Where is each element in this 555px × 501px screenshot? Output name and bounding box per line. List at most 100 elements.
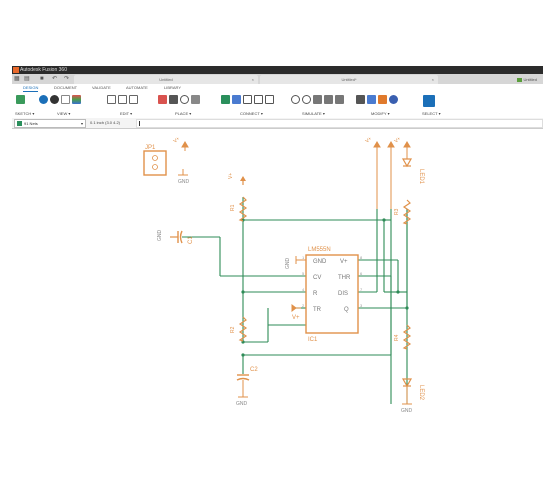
document-tab-bar: ▦ ▤ ■ ↶ ↷ Untitled × Untitled* ×	[12, 74, 543, 84]
r1-vplus-label: V+	[228, 173, 234, 179]
probe-icon[interactable]	[291, 95, 300, 104]
simulate-results-icon[interactable]	[324, 95, 333, 104]
tab-document[interactable]: DOCUMENT	[54, 85, 77, 91]
value-icon[interactable]	[367, 95, 376, 104]
zoom-icon[interactable]	[302, 95, 311, 104]
tab-automate[interactable]: AUTOMATE	[126, 85, 148, 91]
net-icon[interactable]	[221, 95, 230, 104]
workspace-label: Untitled	[523, 77, 537, 82]
workspace-indicator[interactable]: Untitled	[517, 77, 537, 83]
copy-icon[interactable]	[107, 95, 116, 104]
pin-r: R	[313, 291, 318, 297]
rotate-icon[interactable]	[180, 95, 189, 104]
pin-thr: THR	[338, 275, 351, 281]
jp1-label: JP1	[145, 145, 156, 151]
tab-validate[interactable]: VALIDATE	[92, 85, 111, 91]
tab-library[interactable]: LIBRARY	[164, 85, 181, 91]
edit-group: EDIT ▾	[106, 95, 139, 117]
delete-icon[interactable]	[129, 95, 138, 104]
c2-gnd-label: GND	[236, 401, 248, 407]
led1-label: LED1	[418, 169, 424, 185]
edit-group-label[interactable]: EDIT ▾	[120, 111, 132, 116]
capacitor-c2[interactable]: C2 GND	[236, 367, 258, 407]
document-tab-2[interactable]: Untitled* ×	[260, 75, 438, 84]
eye-icon[interactable]	[50, 95, 59, 104]
command-bar: 91 Nets ▾ 0.1 inch (3.0 4.2)	[12, 118, 543, 129]
label-icon[interactable]	[254, 95, 263, 104]
grid-menu-icon[interactable]: ▦	[14, 75, 20, 83]
ribbon-toolbar: SKETCH ▾ VIEW ▾ EDIT ▾ PLACE ▾ CONNECT ▾…	[12, 92, 543, 119]
capacitor-c1[interactable]: C1 GND	[157, 230, 194, 245]
simulate-run-icon[interactable]	[313, 95, 322, 104]
pin-tr: TR	[313, 307, 322, 313]
chevron-down-icon: ▾	[80, 121, 83, 126]
pin-number: 5	[302, 271, 305, 276]
resistor-r1[interactable]: R1	[230, 176, 247, 222]
file-menu-icon[interactable]: ▤	[24, 75, 30, 83]
document-tab-1[interactable]: Untitled ×	[74, 75, 258, 84]
undo-icon[interactable]: ↶	[52, 75, 57, 83]
sketch-group-label[interactable]: SKETCH ▾	[15, 111, 34, 116]
place-group-label[interactable]: PLACE ▾	[175, 111, 191, 116]
pin-vplus: V+	[340, 259, 348, 265]
modify-group: MODIFY ▾	[355, 95, 399, 117]
led1[interactable]: LED1	[401, 158, 424, 185]
net-wires	[182, 197, 408, 404]
mirror-icon[interactable]	[191, 95, 200, 104]
ribbon-tabs: DESIGN DOCUMENT VALIDATE AUTOMATE LIBRAR…	[12, 84, 543, 92]
vplus-label: V+	[172, 136, 181, 145]
right-vplus-label: V+	[364, 136, 373, 145]
ic-lm555[interactable]: LM555N IC1 GND CV R TR V+ THR DIS Q 1 5 …	[302, 247, 363, 343]
command-input[interactable]	[136, 119, 543, 128]
add-part-icon[interactable]	[158, 95, 167, 104]
layer-color-swatch	[17, 121, 22, 126]
pin-number: 3	[360, 303, 363, 308]
pin-number: 2	[302, 303, 305, 308]
simulate-settings-icon[interactable]	[335, 95, 344, 104]
swap-icon[interactable]	[378, 95, 387, 104]
resistor-r3[interactable]: R3	[394, 199, 411, 225]
simulate-group-label[interactable]: SIMULATE ▾	[302, 111, 325, 116]
sketch-group: SKETCH ▾	[15, 95, 34, 117]
led-vplus-label: V+	[393, 136, 402, 145]
pin-cv: CV	[313, 275, 321, 281]
info-icon[interactable]	[39, 95, 48, 104]
pin-number: 6	[360, 271, 363, 276]
led2[interactable]: LED2 GND	[401, 378, 424, 414]
resistor-r2[interactable]: R2	[230, 316, 247, 342]
pin-number: 1	[302, 255, 305, 260]
save-icon[interactable]: ■	[40, 75, 44, 83]
pin-number: 4	[302, 287, 305, 292]
select-group-label[interactable]: SELECT ▾	[422, 111, 441, 116]
select-icon[interactable]	[423, 95, 435, 107]
name-icon[interactable]	[243, 95, 252, 104]
layers-icon[interactable]	[72, 95, 81, 104]
layer-dropdown[interactable]: 91 Nets ▾	[14, 119, 86, 128]
tab-design[interactable]: DESIGN	[23, 85, 39, 92]
close-tab-icon[interactable]: ×	[432, 75, 434, 84]
close-tab-icon[interactable]: ×	[252, 75, 254, 84]
connect-group-label[interactable]: CONNECT ▾	[240, 111, 263, 116]
schematic-canvas[interactable]: JP1 V+ GND R1 V+ C1 GND LM555N IC1 GND C…	[12, 129, 543, 422]
led2-gnd-label: GND	[401, 408, 413, 414]
modify-group-label[interactable]: MODIFY ▾	[371, 111, 390, 116]
workspace-icon	[517, 77, 523, 82]
move-icon[interactable]	[169, 95, 178, 104]
select-group: SELECT ▾	[422, 95, 441, 117]
jp1-connector[interactable]: JP1	[143, 145, 167, 176]
app-logo-icon	[13, 67, 19, 73]
r1-label: R1	[230, 204, 236, 211]
layer-label: 91 Nets	[24, 121, 38, 126]
paste-icon[interactable]	[118, 95, 127, 104]
r4-label: R4	[394, 334, 400, 341]
sketch-icon[interactable]	[16, 95, 25, 104]
junction-icon[interactable]	[265, 95, 274, 104]
attribute-icon[interactable]	[389, 95, 398, 104]
c2-label: C2	[250, 367, 258, 373]
resistor-r4[interactable]: R4	[394, 324, 411, 350]
bus-icon[interactable]	[232, 95, 241, 104]
view-group-label[interactable]: VIEW ▾	[57, 111, 70, 116]
grid-icon[interactable]	[61, 95, 70, 104]
redo-icon[interactable]: ↷	[64, 75, 69, 83]
wrench-icon[interactable]	[356, 95, 365, 104]
